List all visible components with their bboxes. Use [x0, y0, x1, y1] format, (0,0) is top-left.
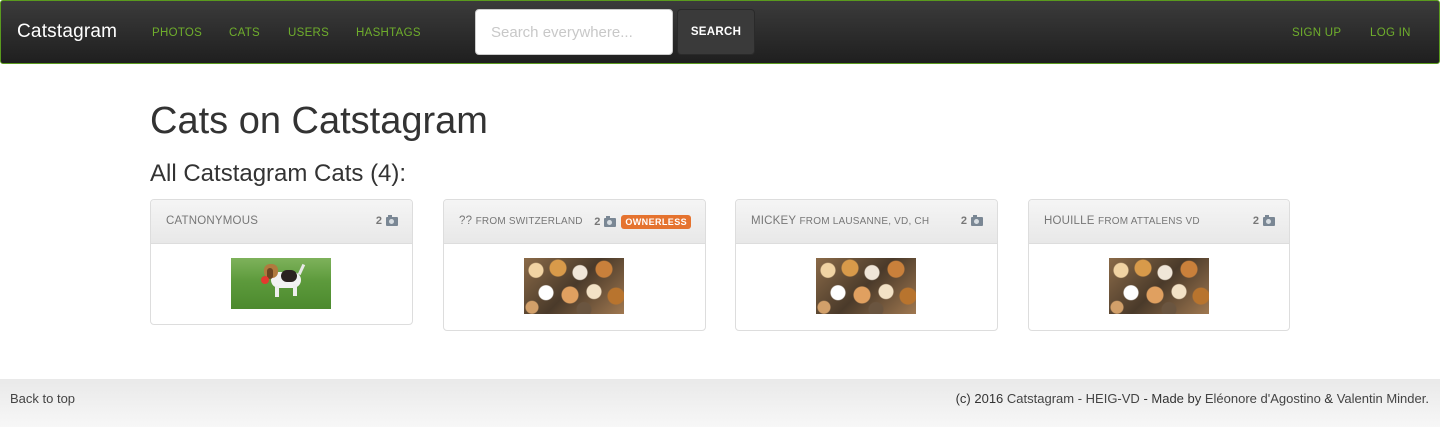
cat-meta: 2	[375, 214, 398, 227]
dog-ball-shape	[261, 276, 269, 284]
photo-count: 2	[594, 216, 601, 228]
dog-leg-shape	[275, 286, 279, 297]
footer: Back to top (c) 2016 Catstagram - HEIG-V…	[0, 379, 1440, 427]
nav-hashtags[interactable]: HASHTAGS	[356, 27, 421, 39]
sign-up-link[interactable]: SIGN UP	[1292, 27, 1341, 39]
cat-thumbnail[interactable]	[1109, 258, 1209, 314]
back-to-top-link[interactable]: Back to top	[10, 391, 75, 406]
cat-thumbnail[interactable]	[816, 258, 916, 314]
cat-meta: 2 OWNERLESS	[594, 215, 691, 229]
cat-name: CATNONYMOUS	[166, 215, 259, 227]
dog-patch-shape	[281, 270, 297, 282]
photo-count: 2	[960, 215, 967, 227]
site-link[interactable]: Catstagram - HEIG-VD	[1007, 391, 1140, 406]
camera-icon	[1263, 214, 1275, 226]
ampersand-text: &	[1320, 391, 1337, 406]
dog-tail-shape	[297, 263, 306, 276]
cat-card[interactable]: MICKEY FROM LAUSANNE, VD, CH 2	[735, 199, 998, 331]
author-link-eleonore[interactable]: Eléonore d'Agostino	[1205, 391, 1321, 406]
period-text: .	[1425, 391, 1429, 406]
made-by-text: - Made by	[1139, 391, 1205, 406]
cat-meta: 2	[960, 214, 983, 227]
camera-icon	[604, 215, 617, 227]
cat-card[interactable]: ?? FROM SWITZERLAND 2 OWNERLESS	[443, 199, 706, 331]
cat-card-header: CATNONYMOUS 2	[151, 200, 412, 244]
cat-name: HOUILLE	[1044, 215, 1095, 227]
cat-thumbnail[interactable]	[231, 258, 331, 309]
cat-card[interactable]: CATNONYMOUS 2	[150, 199, 413, 325]
cat-name-line[interactable]: CATNONYMOUS	[166, 215, 258, 227]
camera-icon	[386, 214, 398, 226]
navbar: Catstagram PHOTOS CATS USERS HASHTAGS SE…	[0, 0, 1440, 64]
footer-credits: (c) 2016 Catstagram - HEIG-VD - Made by …	[956, 391, 1429, 406]
search-button[interactable]: SEARCH	[677, 9, 755, 55]
cat-name-line[interactable]: MICKEY FROM LAUSANNE, VD, CH	[751, 215, 929, 227]
cat-card-header: HOUILLE FROM ATTALENS VD 2	[1029, 200, 1289, 244]
page-title: Cats on Catstagram	[150, 100, 488, 142]
photo-count: 2	[1252, 215, 1259, 227]
cat-meta: 2	[1252, 214, 1275, 227]
brand-logo[interactable]: Catstagram	[17, 21, 117, 43]
cat-thumbnail[interactable]	[524, 258, 624, 314]
nav-cats[interactable]: CATS	[229, 27, 260, 39]
cat-origin: FROM SWITZERLAND	[475, 216, 583, 227]
cat-origin: FROM LAUSANNE, VD, CH	[799, 216, 930, 227]
cat-name: MICKEY	[751, 215, 797, 227]
nav-photos[interactable]: PHOTOS	[152, 27, 202, 39]
cat-card[interactable]: HOUILLE FROM ATTALENS VD 2	[1028, 199, 1290, 331]
camera-icon	[971, 214, 983, 226]
cat-name-line[interactable]: HOUILLE FROM ATTALENS VD	[1044, 215, 1200, 227]
search-input[interactable]	[475, 9, 673, 55]
copyright-text: (c) 2016	[955, 391, 1007, 406]
log-in-link[interactable]: LOG IN	[1370, 27, 1411, 39]
dog-leg-shape	[293, 284, 297, 296]
photo-count: 2	[375, 215, 382, 227]
ownerless-badge: OWNERLESS	[621, 215, 691, 229]
nav-users[interactable]: USERS	[288, 27, 329, 39]
cat-card-header: ?? FROM SWITZERLAND 2 OWNERLESS	[444, 200, 705, 244]
author-link-valentin[interactable]: Valentin Minder	[1337, 391, 1426, 406]
cat-origin: FROM ATTALENS VD	[1098, 216, 1200, 227]
cat-card-header: MICKEY FROM LAUSANNE, VD, CH 2	[736, 200, 997, 244]
section-title: All Catstagram Cats (4):	[150, 160, 407, 187]
cat-name-line[interactable]: ?? FROM SWITZERLAND	[459, 215, 583, 227]
cat-name: ??	[459, 215, 473, 227]
